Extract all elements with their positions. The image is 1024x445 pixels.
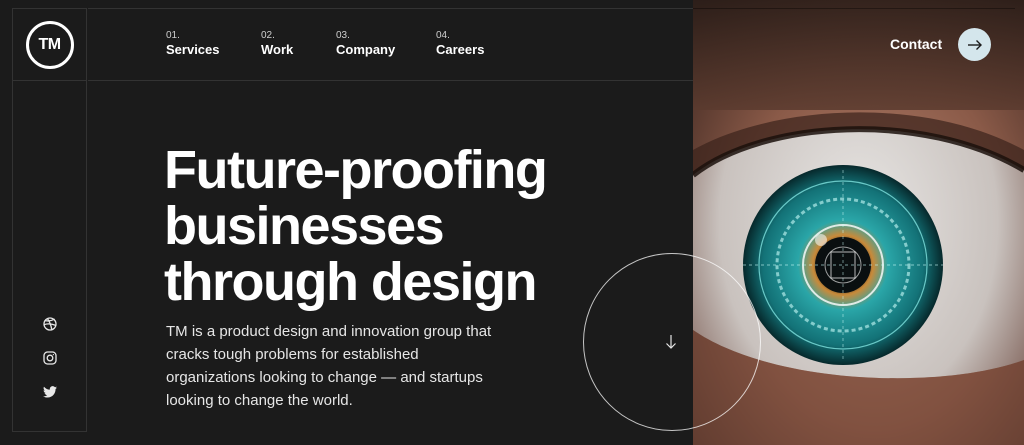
nav-item-work[interactable]: 02. Work xyxy=(261,30,293,58)
nav-number: 03. xyxy=(336,30,350,41)
contact-link[interactable]: Contact xyxy=(890,36,942,52)
nav-label: Company xyxy=(336,42,396,57)
social-links xyxy=(13,315,86,401)
logo[interactable]: TM xyxy=(25,20,74,69)
nav-item-careers[interactable]: 04. Careers xyxy=(436,30,484,58)
nav-number: 02. xyxy=(261,30,275,41)
nav-item-services[interactable]: 01. Services xyxy=(166,30,220,58)
sidebar: TM xyxy=(12,8,87,432)
nav-label: Services xyxy=(166,42,220,57)
headline-line: through design xyxy=(164,252,537,312)
headline-line: businesses xyxy=(164,196,445,256)
nav-number: 04. xyxy=(436,30,450,41)
arrow-down-icon xyxy=(666,335,676,349)
nav-item-company[interactable]: 03. Company xyxy=(336,30,395,58)
hero-headline: Future-proofing businesses through desig… xyxy=(164,142,624,310)
nav-label: Careers xyxy=(436,42,485,57)
top-border-line xyxy=(693,8,1015,9)
logo-cell: TM xyxy=(13,9,86,81)
headline-line: Future-proofing xyxy=(164,140,548,200)
nav-number: 01. xyxy=(166,30,180,41)
nav-label: Work xyxy=(261,42,294,57)
instagram-icon[interactable] xyxy=(41,349,59,367)
hero-description: TM is a product design and innovation gr… xyxy=(166,323,492,409)
twitter-icon[interactable] xyxy=(41,383,59,401)
dribbble-icon[interactable] xyxy=(41,315,59,333)
contact-button[interactable] xyxy=(958,28,991,61)
arrow-right-icon xyxy=(967,39,982,50)
